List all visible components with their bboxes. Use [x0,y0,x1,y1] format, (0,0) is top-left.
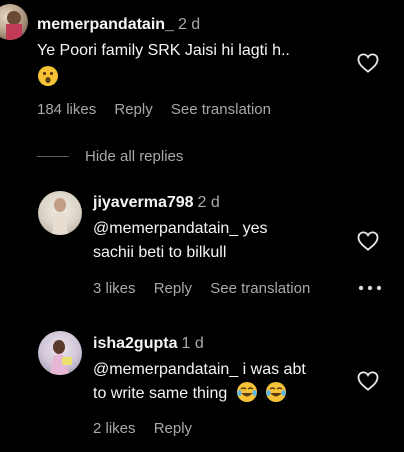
reply-text-line: sachii beti to bilkull [93,244,227,261]
reply-actions: 2 likes Reply [93,420,206,437]
see-translation-link[interactable]: See translation [210,280,310,297]
like-heart-icon[interactable] [357,53,379,73]
like-heart-icon[interactable] [357,231,379,251]
tears-of-joy-icon [266,382,287,403]
comment-username[interactable]: memerpandatain_ 2 d [37,16,200,34]
avatar[interactable] [38,191,82,235]
astonished-face-icon [38,66,58,86]
more-options-icon[interactable] [358,275,382,298]
reply-actions: 3 likes Reply See translation [93,280,324,297]
see-translation-link[interactable]: See translation [171,101,271,118]
reply-username[interactable]: isha2gupta 1 d [93,335,204,353]
reply-username-label[interactable]: jiyaverma798 [93,194,194,211]
reply-button[interactable]: Reply [154,420,192,437]
replies-divider [37,156,69,157]
avatar[interactable] [38,331,82,375]
reply-button[interactable]: Reply [154,280,192,297]
tears-of-joy-icon [236,382,257,403]
reply-body: @memerpandatain_ i was abt to write same… [93,358,355,406]
reply-button[interactable]: Reply [114,101,152,118]
reply-text-segment: to write same thing [93,385,228,402]
avatar-photo-icon [52,198,68,235]
likes-count[interactable]: 184 likes [37,101,96,118]
comment-text: Ye Poori family SRK Jaisi hi lagti h.. [37,42,290,59]
likes-count[interactable]: 2 likes [93,420,136,437]
reply-body: @memerpandatain_ yes sachii beti to bilk… [93,217,353,265]
reply-time: 1 d [181,335,204,352]
reply-text-line: to write same thing 😂 😂 [93,382,355,406]
like-heart-icon[interactable] [357,371,379,391]
reply-text-line: @memerpandatain_ i was abt [93,361,306,378]
reply-username[interactable]: jiyaverma798 2 d [93,194,220,212]
more-dots-icon[interactable] [358,284,382,292]
avatar-photo-icon [6,11,22,40]
comment-actions: 184 likes Reply See translation [37,101,285,118]
comment-username-label[interactable]: memerpandatain_ [37,16,174,33]
avatar[interactable] [0,4,28,40]
avatar-photo-icon [50,340,72,375]
hide-replies-button[interactable]: Hide all replies [85,148,183,165]
comment-emoji [37,63,357,89]
comment-time: 2 d [177,16,201,33]
comment-body: Ye Poori family SRK Jaisi hi lagti h.. [37,39,357,89]
likes-count[interactable]: 3 likes [93,280,136,297]
reply-text-line: @memerpandatain_ yes [93,220,268,237]
reply-username-label[interactable]: isha2gupta [93,335,177,352]
reply-time: 2 d [197,194,220,211]
